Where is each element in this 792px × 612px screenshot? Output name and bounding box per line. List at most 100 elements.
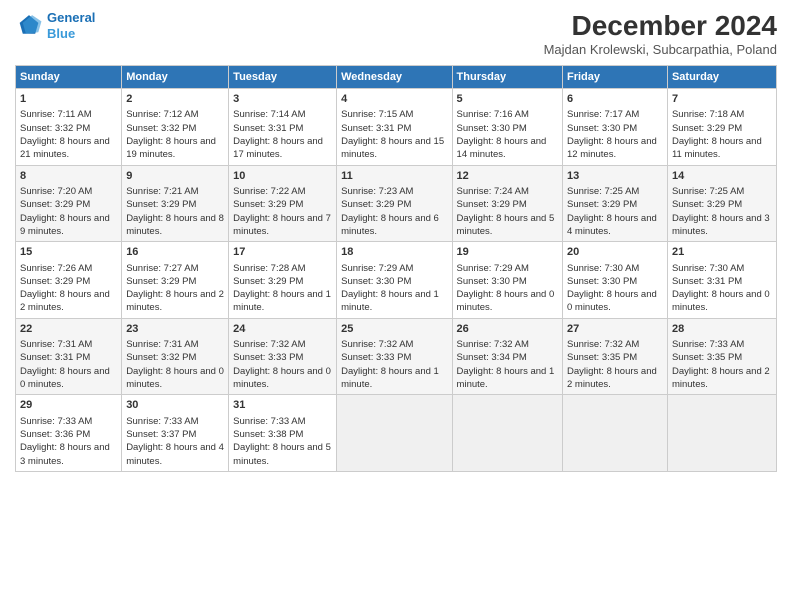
generalblue-icon — [15, 12, 43, 40]
sunset-label: Sunset: 3:29 PM — [672, 123, 742, 134]
sunrise-label: Sunrise: 7:33 AM — [672, 339, 744, 350]
sunset-label: Sunset: 3:29 PM — [672, 199, 742, 210]
daylight-label: Daylight: 8 hours and 21 minutes. — [20, 136, 110, 160]
day-number: 3 — [233, 92, 332, 107]
sunrise-label: Sunrise: 7:30 AM — [672, 263, 744, 274]
sunset-label: Sunset: 3:36 PM — [20, 429, 90, 440]
sunset-label: Sunset: 3:30 PM — [457, 276, 527, 287]
day-number: 12 — [457, 169, 558, 184]
sunrise-label: Sunrise: 7:11 AM — [20, 109, 92, 120]
day-cell: 22Sunrise: 7:31 AMSunset: 3:31 PMDayligh… — [16, 318, 122, 395]
calendar-page: General Blue December 2024 Majdan Krolew… — [0, 0, 792, 612]
sunrise-label: Sunrise: 7:31 AM — [20, 339, 92, 350]
col-header-monday: Monday — [122, 66, 229, 89]
day-cell: 28Sunrise: 7:33 AMSunset: 3:35 PMDayligh… — [667, 318, 776, 395]
day-number: 25 — [341, 322, 447, 337]
day-cell: 14 Sunrise: 7:25 AM Sunset: 3:29 PM Dayligh… — [667, 165, 776, 242]
daylight-label: Daylight: 8 hours and 11 minutes. — [672, 136, 762, 160]
daylight-label: Daylight: 8 hours and 0 minutes. — [672, 289, 770, 313]
day-cell — [452, 395, 562, 472]
day-cell: 24Sunrise: 7:32 AMSunset: 3:33 PMDayligh… — [229, 318, 337, 395]
sunrise-label: Sunrise: 7:14 AM — [233, 109, 305, 120]
day-number: 28 — [672, 322, 772, 337]
day-cell: 3Sunrise: 7:14 AMSunset: 3:31 PMDaylight… — [229, 89, 337, 166]
col-header-friday: Friday — [562, 66, 667, 89]
daylight-label: Daylight: 8 hours and 1 minute. — [341, 289, 439, 313]
daylight-label: Daylight: 8 hours and 12 minutes. — [567, 136, 657, 160]
col-header-thursday: Thursday — [452, 66, 562, 89]
week-row-2: 8 Sunrise: 7:20 AM Sunset: 3:29 PM Daylight… — [16, 165, 777, 242]
daylight-label: Daylight: 8 hours and 4 minutes. — [567, 213, 657, 237]
day-number: 27 — [567, 322, 663, 337]
daylight-label: Daylight: 8 hours and 0 minutes. — [457, 289, 555, 313]
sunset-label: Sunset: 3:29 PM — [457, 199, 527, 210]
sunset-label: Sunset: 3:30 PM — [457, 123, 527, 134]
day-number: 9 — [126, 169, 224, 184]
sunset-label: Sunset: 3:29 PM — [126, 199, 196, 210]
sunrise-label: Sunrise: 7:29 AM — [457, 263, 529, 274]
sunrise-label: Sunrise: 7:16 AM — [457, 109, 529, 120]
daylight-label: Daylight: 8 hours and 5 minutes. — [233, 442, 331, 466]
day-number: 30 — [126, 398, 224, 413]
day-number: 20 — [567, 245, 663, 260]
sunset-label: Sunset: 3:35 PM — [567, 352, 637, 363]
sunset-label: Sunset: 3:29 PM — [233, 199, 303, 210]
daylight-label: Daylight: 8 hours and 1 minute. — [457, 366, 555, 390]
sunrise-label: Sunrise: 7:28 AM — [233, 263, 305, 274]
week-row-4: 22Sunrise: 7:31 AMSunset: 3:31 PMDayligh… — [16, 318, 777, 395]
sunset-label: Sunset: 3:29 PM — [20, 276, 90, 287]
sunset-label: Sunset: 3:32 PM — [126, 352, 196, 363]
sunrise-label: Sunrise: 7:23 AM — [341, 186, 413, 197]
logo-text: General Blue — [47, 10, 95, 41]
day-number: 2 — [126, 92, 224, 107]
day-cell: 5Sunrise: 7:16 AMSunset: 3:30 PMDaylight… — [452, 89, 562, 166]
sunrise-label: Sunrise: 7:24 AM — [457, 186, 529, 197]
day-number: 14 — [672, 169, 772, 184]
day-number: 13 — [567, 169, 663, 184]
day-cell: 17Sunrise: 7:28 AMSunset: 3:29 PMDayligh… — [229, 242, 337, 319]
day-number: 17 — [233, 245, 332, 260]
sunset-label: Sunset: 3:31 PM — [233, 123, 303, 134]
sunset-label: Sunset: 3:30 PM — [567, 276, 637, 287]
sunset-label: Sunset: 3:31 PM — [20, 352, 90, 363]
sunrise-label: Sunrise: 7:33 AM — [126, 416, 198, 427]
sunset-label: Sunset: 3:30 PM — [341, 276, 411, 287]
sunrise-label: Sunrise: 7:33 AM — [233, 416, 305, 427]
day-number: 8 — [20, 169, 117, 184]
sunrise-label: Sunrise: 7:17 AM — [567, 109, 639, 120]
day-cell: 30Sunrise: 7:33 AMSunset: 3:37 PMDayligh… — [122, 395, 229, 472]
day-cell — [337, 395, 452, 472]
day-number: 26 — [457, 322, 558, 337]
daylight-label: Daylight: 8 hours and 9 minutes. — [20, 213, 110, 237]
daylight-label: Daylight: 8 hours and 0 minutes. — [567, 289, 657, 313]
sunrise-label: Sunrise: 7:15 AM — [341, 109, 413, 120]
week-row-3: 15Sunrise: 7:26 AMSunset: 3:29 PMDayligh… — [16, 242, 777, 319]
sunset-label: Sunset: 3:30 PM — [567, 123, 637, 134]
sunrise-label: Sunrise: 7:32 AM — [567, 339, 639, 350]
logo: General Blue — [15, 10, 95, 41]
day-number: 5 — [457, 92, 558, 107]
daylight-label: Daylight: 8 hours and 1 minute. — [341, 366, 439, 390]
day-cell: 12Sunrise: 7:24 AMSunset: 3:29 PMDayligh… — [452, 165, 562, 242]
sunrise-label: Sunrise: 7:25 AM — [672, 186, 744, 197]
week-row-1: 1Sunrise: 7:11 AMSunset: 3:32 PMDaylight… — [16, 89, 777, 166]
day-cell: 1Sunrise: 7:11 AMSunset: 3:32 PMDaylight… — [16, 89, 122, 166]
daylight-label: Daylight: 8 hours and 2 minutes. — [567, 366, 657, 390]
day-cell: 7Sunrise: 7:18 AMSunset: 3:29 PMDaylight… — [667, 89, 776, 166]
sunset-label: Sunset: 3:38 PM — [233, 429, 303, 440]
day-cell: 21Sunrise: 7:30 AMSunset: 3:31 PMDayligh… — [667, 242, 776, 319]
sunrise-label: Sunrise: 7:30 AM — [567, 263, 639, 274]
daylight-label: Daylight: 8 hours and 2 minutes. — [126, 289, 224, 313]
day-number: 15 — [20, 245, 117, 260]
day-number: 1 — [20, 92, 117, 107]
day-number: 19 — [457, 245, 558, 260]
header-row: SundayMondayTuesdayWednesdayThursdayFrid… — [16, 66, 777, 89]
day-cell — [562, 395, 667, 472]
sunrise-label: Sunrise: 7:20 AM — [20, 186, 92, 197]
sunrise-label: Sunrise: 7:18 AM — [672, 109, 744, 120]
daylight-label: Daylight: 8 hours and 3 minutes. — [672, 213, 770, 237]
daylight-label: Daylight: 8 hours and 6 minutes. — [341, 213, 439, 237]
day-cell: 8Sunrise: 7:20 AMSunset: 3:29 PMDaylight… — [16, 165, 122, 242]
sunrise-label: Sunrise: 7:12 AM — [126, 109, 198, 120]
sunrise-label: Sunrise: 7:27 AM — [126, 263, 198, 274]
